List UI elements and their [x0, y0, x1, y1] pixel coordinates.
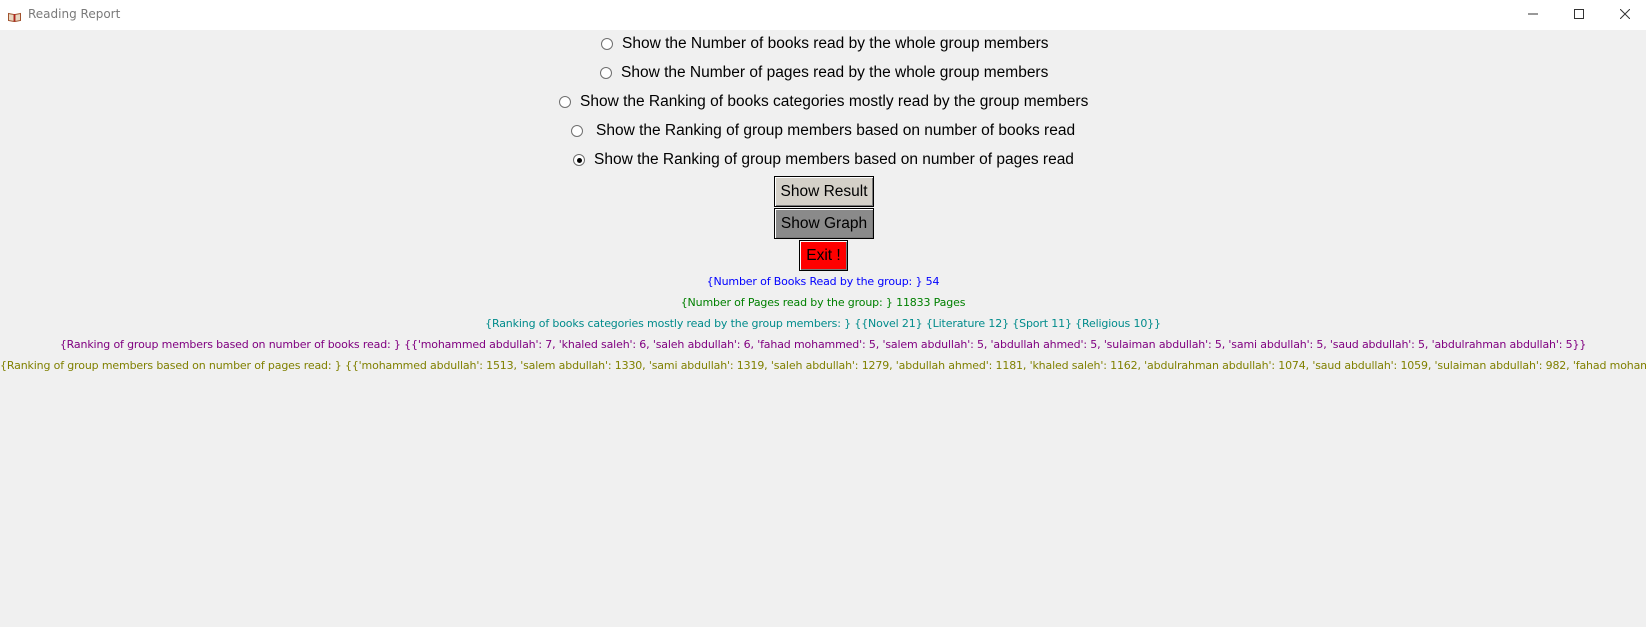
result-pages-total: {Number of Pages read by the group: } 11…	[680, 296, 966, 309]
option-members-books-ranking[interactable]: Show the Ranking of group members based …	[571, 122, 1075, 140]
option-categories-ranking[interactable]: Show the Ranking of books categories mos…	[559, 93, 1088, 111]
option-members-pages-ranking[interactable]: Show the Ranking of group members based …	[573, 151, 1074, 169]
option-books-total[interactable]: Show the Number of books read by the who…	[601, 35, 1048, 53]
radio-button[interactable]	[559, 96, 571, 108]
show-result-button[interactable]: Show Result	[774, 176, 874, 207]
radio-button[interactable]	[600, 67, 612, 79]
close-button[interactable]	[1602, 0, 1646, 30]
option-label: Show the Ranking of books categories mos…	[580, 93, 1089, 110]
close-icon	[1619, 6, 1631, 24]
option-pages-total[interactable]: Show the Number of pages read by the who…	[600, 64, 1048, 82]
option-label: Show the Ranking of group members based …	[594, 151, 1074, 168]
option-label: Show the Number of books read by the who…	[622, 35, 1049, 52]
result-books-total: {Number of Books Read by the group: } 54	[706, 275, 940, 288]
radio-button-selected[interactable]	[573, 154, 585, 166]
window-title: Reading Report	[28, 7, 121, 21]
result-members-books-ranking: {Ranking of group members based on numbe…	[59, 338, 1587, 351]
radio-button[interactable]	[571, 125, 583, 137]
maximize-icon	[1574, 6, 1584, 24]
radio-button[interactable]	[601, 38, 613, 50]
result-members-pages-ranking: {Ranking of group members based on numbe…	[0, 359, 1646, 372]
book-icon	[8, 9, 21, 23]
maximize-button[interactable]	[1556, 0, 1602, 30]
title-bar[interactable]: Reading Report	[0, 0, 1646, 30]
show-graph-button[interactable]: Show Graph	[774, 208, 874, 239]
exit-button[interactable]: Exit !	[799, 240, 848, 271]
reading-report-window: Reading Report Show the Number of books …	[0, 0, 1646, 627]
result-categories-ranking: {Ranking of books categories mostly read…	[485, 317, 1161, 330]
minimize-icon	[1528, 6, 1538, 24]
option-label: Show the Number of pages read by the who…	[621, 64, 1049, 81]
minimize-button[interactable]	[1510, 0, 1556, 30]
option-label: Show the Ranking of group members based …	[596, 122, 1076, 139]
